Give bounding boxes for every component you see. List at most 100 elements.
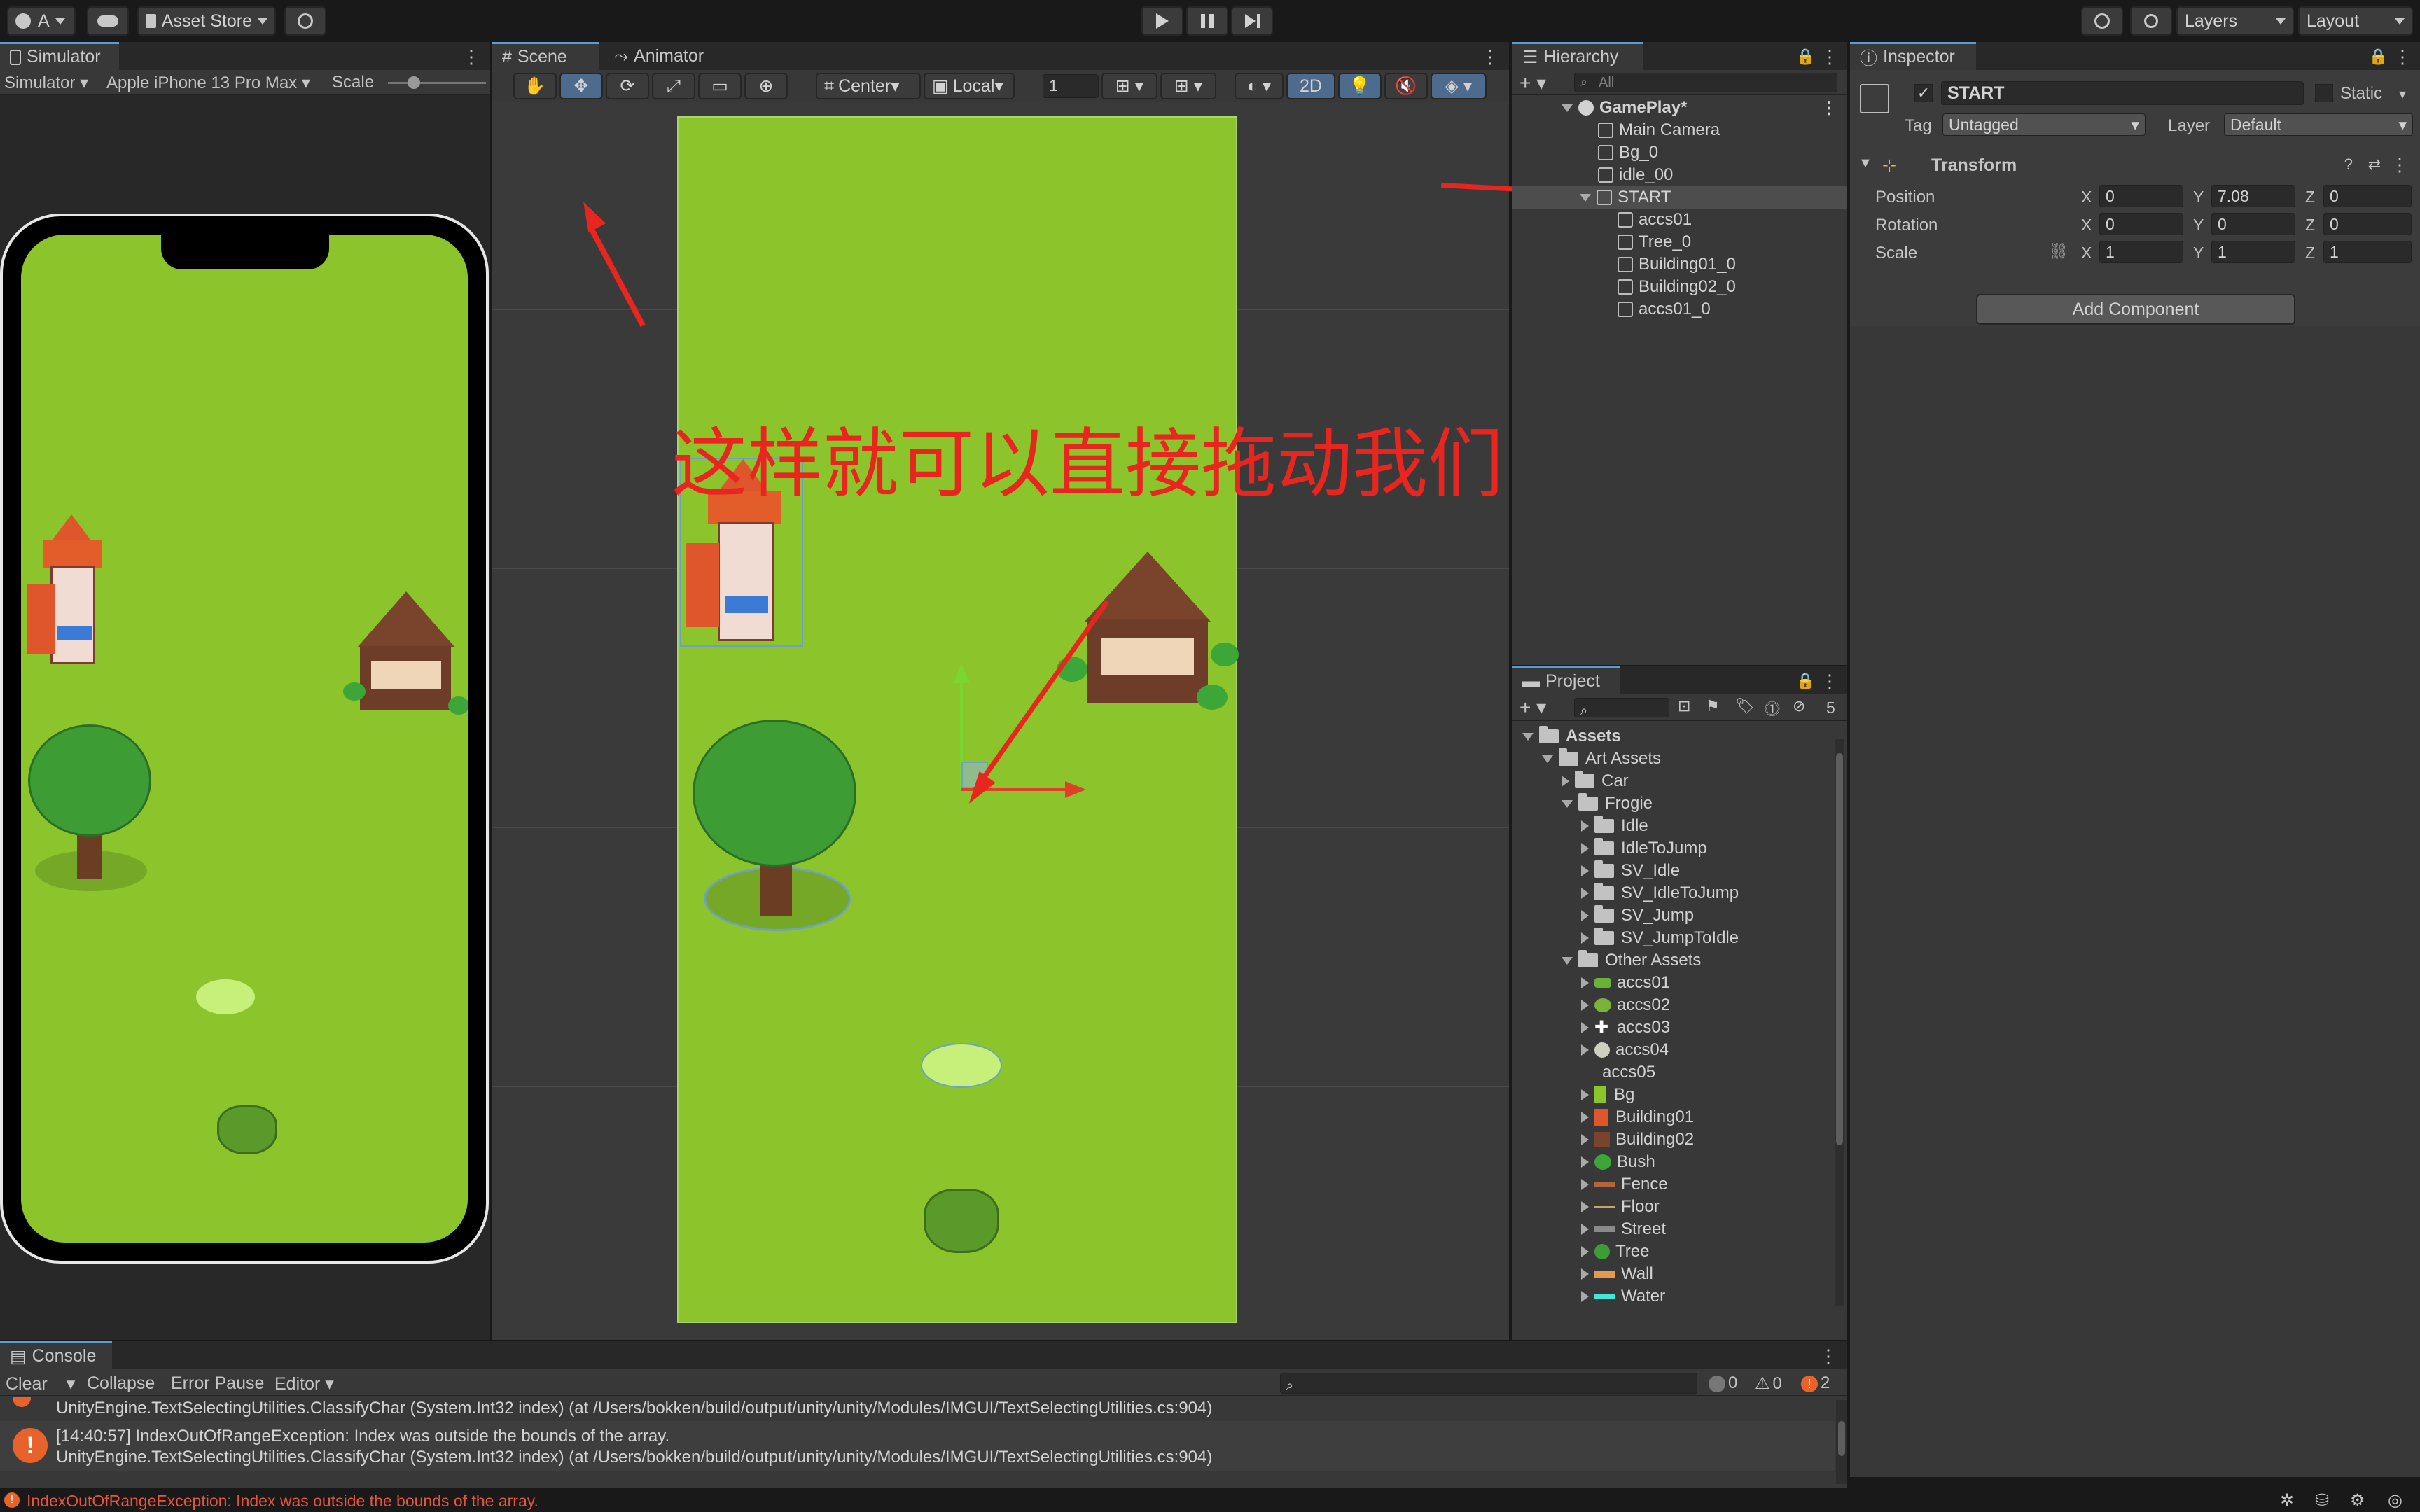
project-scrollbar-thumb[interactable] bbox=[1836, 753, 1843, 1145]
project-folder-sv-jump[interactable]: SV_Jump bbox=[1512, 904, 1847, 927]
simulator-mode-dropdown[interactable]: Simulator ▾ bbox=[4, 73, 88, 93]
cache-server-icon[interactable]: ⛁ bbox=[2315, 1490, 2329, 1511]
lock-icon[interactable]: 🔒 bbox=[2369, 48, 2388, 66]
expand-arrow-icon[interactable] bbox=[1581, 1000, 1589, 1011]
expand-arrow-icon[interactable] bbox=[1581, 910, 1589, 921]
more-options-icon[interactable]: ⋮ bbox=[1481, 46, 1499, 68]
error-pause-button[interactable]: Error Pause bbox=[171, 1373, 264, 1394]
static-checkbox[interactable] bbox=[2315, 84, 2333, 102]
hierarchy-child-building02[interactable]: Building02_0 bbox=[1512, 276, 1847, 298]
transform-header[interactable]: ▼ ⊹ Transform ? ⇄ ⋮ bbox=[1850, 151, 2420, 179]
grid-visibility-button[interactable]: ⊞ ▾ bbox=[1160, 73, 1216, 99]
play-button[interactable] bbox=[1141, 6, 1183, 36]
more-options-icon[interactable]: ⋮ bbox=[2393, 46, 2412, 68]
auto-generate-lighting-icon[interactable]: ⚙ bbox=[2350, 1490, 2365, 1511]
project-folder-sv-idletojump[interactable]: SV_IdleToJump bbox=[1512, 882, 1847, 904]
hierarchy-child-tree[interactable]: Tree_0 bbox=[1512, 231, 1847, 253]
move-gizmo-y-arrow[interactable] bbox=[953, 664, 970, 683]
console-log-entry[interactable]: ! [14:40:57] IndexOutOfRangeException: I… bbox=[0, 1421, 1835, 1471]
grid-snap-button[interactable]: ⊞ ▾ bbox=[1101, 73, 1157, 99]
console-search-input[interactable]: ⌕ bbox=[1280, 1373, 1697, 1394]
scale-x-field[interactable]: 1 bbox=[2099, 241, 2183, 263]
expand-arrow-icon[interactable] bbox=[1581, 843, 1589, 854]
lock-icon[interactable]: 🔒 bbox=[1796, 672, 1815, 690]
shading-dropdown[interactable]: ◐ ▾ bbox=[1235, 73, 1284, 99]
project-asset-water[interactable]: Water bbox=[1512, 1285, 1847, 1308]
expand-arrow-icon[interactable] bbox=[1522, 732, 1534, 741]
scale-slider-handle[interactable] bbox=[408, 76, 420, 89]
water-puddle-sprite[interactable] bbox=[921, 1043, 1002, 1088]
position-y-field[interactable]: 7.08 bbox=[2211, 185, 2295, 207]
tag-icon[interactable]: 🏷 bbox=[1735, 697, 1755, 715]
expand-arrow-icon[interactable] bbox=[1581, 1201, 1589, 1212]
expand-arrow-icon[interactable] bbox=[1581, 1112, 1589, 1123]
search-by-label-icon[interactable]: ⚑ bbox=[1706, 697, 1720, 715]
tree-sprite[interactable] bbox=[693, 720, 861, 937]
hierarchy-child-building01[interactable]: Building01_0 bbox=[1512, 253, 1847, 276]
rotation-z-field[interactable]: 0 bbox=[2323, 213, 2412, 235]
layout-dropdown[interactable]: Layout bbox=[2298, 6, 2413, 36]
audio-button[interactable]: 🔇 bbox=[1384, 73, 1428, 99]
scale-y-field[interactable]: 1 bbox=[2211, 241, 2295, 263]
hierarchy-search-input[interactable]: ⌕ All bbox=[1574, 73, 1837, 92]
project-asset-accs05[interactable]: accs05 bbox=[1512, 1061, 1847, 1084]
hierarchy-item-start[interactable]: START bbox=[1512, 186, 1847, 209]
tab-scene[interactable]: # Scene bbox=[492, 42, 599, 70]
expand-arrow-icon[interactable] bbox=[1581, 865, 1589, 876]
expand-arrow-icon[interactable] bbox=[1581, 1089, 1589, 1100]
project-asset-accs03[interactable]: ✚ accs03 bbox=[1512, 1016, 1847, 1039]
lock-icon[interactable]: 🔒 bbox=[1796, 48, 1815, 66]
info-count-toggle[interactable]: 0 bbox=[1709, 1373, 1737, 1393]
hierarchy-item-idle[interactable]: idle_00 bbox=[1512, 164, 1847, 186]
expand-arrow-icon[interactable] bbox=[1581, 1268, 1589, 1280]
more-options-icon[interactable]: ⋮ bbox=[1819, 1345, 1837, 1367]
expand-arrow-icon[interactable] bbox=[1581, 1022, 1589, 1033]
lighting-button[interactable]: 💡 bbox=[1338, 73, 1382, 99]
expand-arrow-icon[interactable] bbox=[1542, 755, 1553, 763]
rotation-x-field[interactable]: 0 bbox=[2099, 213, 2183, 235]
project-folder-other-assets[interactable]: Other Assets bbox=[1512, 949, 1847, 972]
project-folder-idle[interactable]: Idle bbox=[1512, 815, 1847, 837]
pause-button[interactable] bbox=[1186, 6, 1228, 36]
hierarchy-root[interactable]: GamePlay* ⋮ bbox=[1512, 97, 1847, 119]
expand-arrow-icon[interactable] bbox=[1581, 1291, 1589, 1302]
expand-arrow-icon[interactable] bbox=[1562, 799, 1573, 808]
asset-store-button[interactable]: Asset Store bbox=[137, 6, 276, 36]
tag-dropdown[interactable]: Untagged ▾ bbox=[1942, 113, 2146, 136]
project-asset-wall[interactable]: Wall bbox=[1512, 1263, 1847, 1285]
move-tool-button[interactable]: ✥ bbox=[559, 73, 603, 99]
rotate-tool-button[interactable]: ⟳ bbox=[606, 73, 649, 99]
scene-viewport[interactable]: 这样就可以直接拖动我们的 START 了 bbox=[492, 102, 1509, 1340]
project-folder-sv-jumptoidle[interactable]: SV_JumpToIdle bbox=[1512, 927, 1847, 949]
search-button[interactable] bbox=[2130, 6, 2172, 36]
help-icon[interactable]: ? bbox=[2344, 155, 2353, 174]
project-asset-street[interactable]: Street bbox=[1512, 1218, 1847, 1240]
step-button[interactable] bbox=[1231, 6, 1273, 36]
more-options-icon[interactable]: ⋮ bbox=[1821, 98, 1837, 118]
project-asset-bush[interactable]: Bush bbox=[1512, 1151, 1847, 1173]
expand-arrow-icon[interactable] bbox=[1581, 1134, 1589, 1145]
project-asset-tree[interactable]: Tree bbox=[1512, 1240, 1847, 1263]
account-button[interactable]: A bbox=[7, 6, 76, 36]
project-asset-accs02[interactable]: accs02 bbox=[1512, 994, 1847, 1016]
debug-icon[interactable]: ✲ bbox=[2280, 1490, 2294, 1511]
search-by-type-icon[interactable]: ⊡ bbox=[1678, 697, 1690, 715]
move-gizmo-x-arrow[interactable] bbox=[1065, 781, 1086, 798]
console-log-entry[interactable]: UnityEngine.TextSelectingUtilities.Class… bbox=[0, 1397, 1835, 1418]
effects-button[interactable]: ◈ ▾ bbox=[1431, 73, 1487, 99]
layer-dropdown[interactable]: Default ▾ bbox=[2224, 113, 2413, 136]
frog-sprite[interactable] bbox=[924, 1189, 999, 1253]
project-search-input[interactable]: ⌕ bbox=[1574, 698, 1669, 718]
hierarchy-item-main-camera[interactable]: Main Camera bbox=[1512, 119, 1847, 141]
project-asset-building02[interactable]: Building02 bbox=[1512, 1128, 1847, 1151]
tab-hierarchy[interactable]: ☰ Hierarchy bbox=[1512, 42, 1643, 70]
console-scrollbar-thumb[interactable] bbox=[1838, 1421, 1845, 1456]
project-asset-accs01[interactable]: accs01 bbox=[1512, 972, 1847, 994]
tab-simulator[interactable]: Simulator bbox=[0, 42, 119, 70]
constrain-proportions-icon[interactable]: ⛓ bbox=[2049, 242, 2068, 260]
create-button[interactable]: + ▾ bbox=[1520, 71, 1546, 94]
chevron-down-icon[interactable]: ▾ bbox=[2399, 85, 2406, 103]
project-asset-bg[interactable]: Bg bbox=[1512, 1084, 1847, 1106]
status-message[interactable]: IndexOutOfRangeException: Index was outs… bbox=[27, 1492, 538, 1511]
chevron-down-icon[interactable]: ▾ bbox=[67, 1374, 76, 1394]
